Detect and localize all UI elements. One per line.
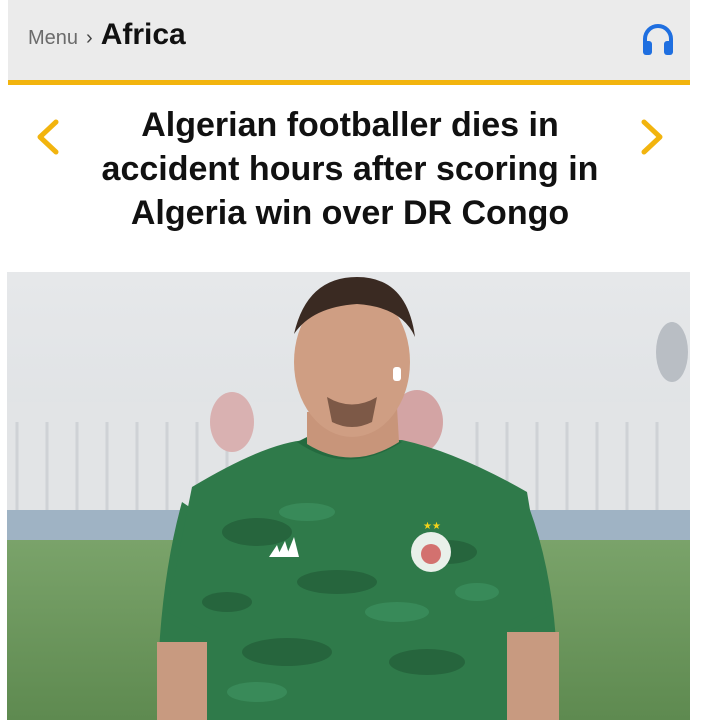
chevron-right-icon[interactable] [632,112,672,162]
chevron-left-icon[interactable] [28,112,68,162]
top-navigation-bar: Menu › Africa [8,0,690,80]
breadcrumb: Menu › Africa [28,18,186,52]
svg-text:★★: ★★ [423,521,441,532]
accent-divider [8,80,690,85]
headphones-icon[interactable] [640,22,676,58]
article-headline: Algerian footballer dies in accident hou… [101,106,599,232]
breadcrumb-separator: › [86,27,93,49]
footballer-photo: ★★ [7,272,690,720]
section-title[interactable]: Africa [101,18,186,52]
menu-link[interactable]: Menu [28,27,78,50]
